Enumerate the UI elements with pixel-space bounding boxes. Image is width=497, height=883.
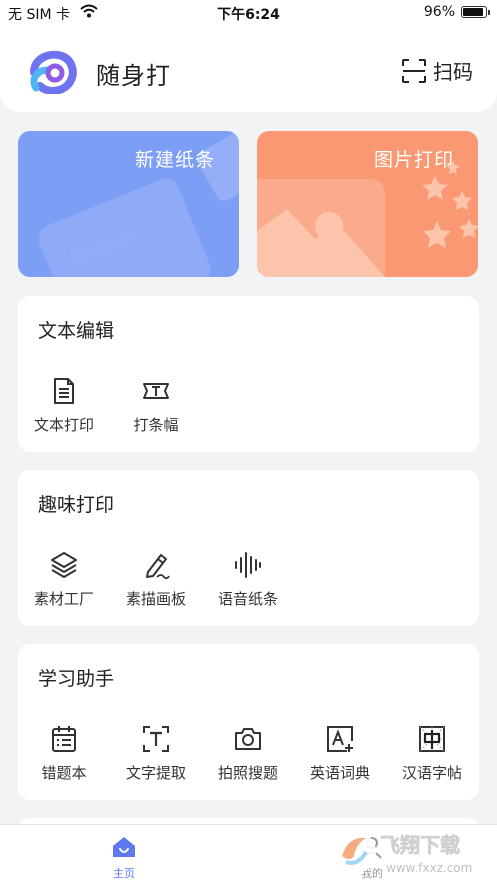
tool-label: 素描画板	[125, 590, 186, 608]
tool-label: 英语词典	[309, 764, 370, 782]
banner-icon	[143, 383, 169, 399]
section-title: 学习助手	[38, 668, 115, 690]
new-note-banner[interactable]: New Note 新建纸条	[18, 131, 239, 277]
tool-label: 拍照搜题	[217, 764, 278, 782]
material-factory-button[interactable]: 素材工厂	[18, 550, 110, 609]
clock: 下午6:24	[217, 7, 280, 23]
text-scan-icon	[143, 726, 169, 752]
tab-home-label: 主页	[113, 867, 135, 880]
battery-icon	[461, 6, 490, 18]
tool-label: 文字提取	[125, 764, 186, 782]
watermark-url: www.fxxz.com	[386, 861, 472, 875]
camera-icon	[235, 728, 261, 750]
scan-label: 扫码	[433, 60, 473, 84]
scan-icon	[402, 58, 426, 83]
layers-icon	[51, 552, 77, 578]
sketch-board-button[interactable]: 素描画板	[110, 550, 202, 609]
document-icon	[54, 378, 74, 404]
voice-note-button[interactable]: 语音纸条	[202, 550, 294, 609]
text-edit-section: 文本编辑 文本打印 打条幅	[18, 296, 479, 452]
tool-label: 语音纸条	[217, 590, 278, 608]
tool-label: 文本打印	[33, 416, 94, 434]
tool-label: 打条幅	[133, 416, 179, 434]
image-print-title: 图片打印	[373, 149, 454, 171]
calendar-list-icon	[52, 726, 76, 752]
pencil-icon	[146, 554, 170, 580]
watermark-text: 飞翔下载	[380, 833, 460, 857]
status-bar: 无 SIM 卡 下午6:24 96%	[0, 0, 497, 26]
text-extract-button[interactable]: 文字提取	[110, 724, 202, 783]
fun-print-section: 趣味打印 素材工厂 素描画板 语音纸条	[18, 470, 479, 626]
tab-home[interactable]: 主页	[84, 835, 164, 881]
site-watermark: 飞翔下载 www.fxxz.com	[330, 822, 492, 882]
app-logo	[28, 48, 80, 95]
tool-label: 汉语字帖	[401, 764, 462, 782]
chinese-copybook-icon	[419, 726, 445, 752]
tool-label: 素材工厂	[33, 590, 94, 608]
study-section: 学习助手 错题本 文字提取 拍照搜题 英语词典 汉语字帖	[18, 644, 479, 800]
photo-search-button[interactable]: 拍照搜题	[202, 724, 294, 783]
app-title: 随身打	[96, 62, 171, 90]
mistake-book-button[interactable]: 错题本	[18, 724, 110, 783]
tool-label: 错题本	[41, 764, 87, 782]
banner-print-button[interactable]: 打条幅	[110, 376, 202, 435]
text-print-button[interactable]: 文本打印	[18, 376, 110, 435]
chinese-copybook-button[interactable]: 汉语字帖	[386, 724, 478, 783]
new-note-title: 新建纸条	[134, 149, 215, 171]
sound-wave-icon	[235, 552, 261, 578]
scan-button[interactable]: 扫码	[401, 56, 473, 85]
section-title: 文本编辑	[38, 320, 115, 342]
image-print-banner[interactable]: 图片打印	[257, 131, 478, 277]
english-dict-icon	[327, 726, 353, 752]
battery-percent: 96%	[423, 4, 455, 20]
english-dict-button[interactable]: 英语词典	[294, 724, 386, 783]
section-title: 趣味打印	[38, 494, 115, 516]
app-header: 随身打 扫码	[0, 26, 497, 112]
home-icon	[113, 837, 135, 857]
